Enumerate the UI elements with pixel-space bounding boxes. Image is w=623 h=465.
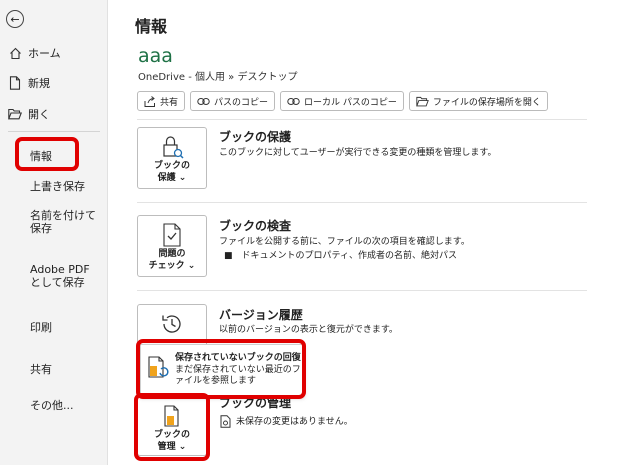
section-divider (137, 290, 587, 291)
sidebar-item-open[interactable]: 開く (8, 106, 50, 122)
sidebar-item-label: 開く (28, 108, 50, 121)
sidebar-item-save[interactable]: 上書き保存 (30, 180, 104, 193)
protect-workbook-title: ブックの保護 (219, 130, 292, 144)
sidebar-item-home[interactable]: ホーム (8, 45, 61, 61)
share-icon (144, 95, 156, 107)
sidebar-item-new[interactable]: 新規 (8, 75, 50, 91)
history-clock-icon (160, 311, 184, 337)
back-arrow-icon[interactable]: ← (6, 10, 24, 28)
document-path: OneDrive - 個人用 » デスクトップ (138, 72, 298, 83)
sidebar-item-print[interactable]: 印刷 (30, 321, 104, 334)
copy-path-button[interactable]: パスのコピー (190, 91, 276, 111)
share-button-label: 共有 (160, 97, 179, 108)
highlight-box-manage (134, 393, 210, 461)
inspect-workbook-title: ブックの検査 (219, 219, 292, 233)
protect-workbook-button[interactable]: ブックの 保護 ⌄ (137, 127, 207, 189)
home-icon (8, 46, 22, 60)
document-actions-toolbar: 共有 パスのコピー ローカル パスのコピー ファイルの保存場所を開く (137, 91, 548, 111)
new-document-icon (8, 76, 22, 90)
page-title: 情報 (135, 17, 168, 36)
link-icon (197, 97, 210, 106)
highlight-box-info (15, 137, 79, 171)
version-history-desc: 以前のバージョンの表示と復元ができます。 (219, 325, 398, 335)
protect-workbook-desc: このブックに対してユーザーが実行できる変更の種類を管理します。 (219, 148, 497, 158)
backstage-sidebar: ← ホーム 新規 開く 情報 上書き保存 名前を付けて保存 Adobe PDF … (0, 0, 108, 465)
copy-local-path-button[interactable]: ローカル パスのコピー (280, 91, 404, 111)
inspect-workbook-desc: ファイルを公開する前に、ファイルの次の項目を確認します。 (219, 237, 470, 247)
document-name: aaa (138, 45, 173, 67)
version-history-title: バージョン履歴 (219, 308, 303, 322)
unsaved-document-icon (220, 413, 231, 432)
sidebar-divider (8, 131, 100, 132)
highlight-box-recover (136, 339, 306, 399)
check-for-issues-label: 問題の チェック ⌄ (148, 249, 196, 271)
manage-workbook-desc: 未保存の変更はありません。 (236, 417, 353, 427)
check-for-issues-button[interactable]: 問題の チェック ⌄ (137, 215, 207, 277)
protect-workbook-label: ブックの 保護 ⌄ (153, 161, 190, 183)
section-divider (137, 119, 587, 120)
section-divider (137, 202, 587, 203)
copy-path-label: パスのコピー (214, 97, 269, 108)
document-check-icon (162, 222, 182, 248)
open-file-location-button[interactable]: ファイルの保存場所を開く (408, 91, 548, 111)
share-button[interactable]: 共有 (137, 91, 186, 111)
inspect-workbook-bullet: ■ ドキュメントのプロパティ、作成者の名前、絶対パス (224, 251, 457, 261)
sidebar-item-label: ホーム (28, 47, 61, 60)
sidebar-item-label: 新規 (28, 77, 50, 90)
folder-open-icon (416, 96, 429, 107)
lock-search-icon (160, 134, 184, 160)
sidebar-item-share[interactable]: 共有 (30, 363, 104, 376)
sidebar-item-save-as-pdf[interactable]: Adobe PDF として保存 (30, 263, 104, 289)
folder-open-icon (8, 107, 22, 121)
sidebar-item-save-as[interactable]: 名前を付けて保存 (30, 209, 104, 235)
link-icon (287, 97, 300, 106)
copy-local-path-label: ローカル パスのコピー (304, 97, 397, 108)
open-file-location-label: ファイルの保存場所を開く (432, 97, 541, 108)
sidebar-item-more[interactable]: その他... (30, 399, 104, 412)
